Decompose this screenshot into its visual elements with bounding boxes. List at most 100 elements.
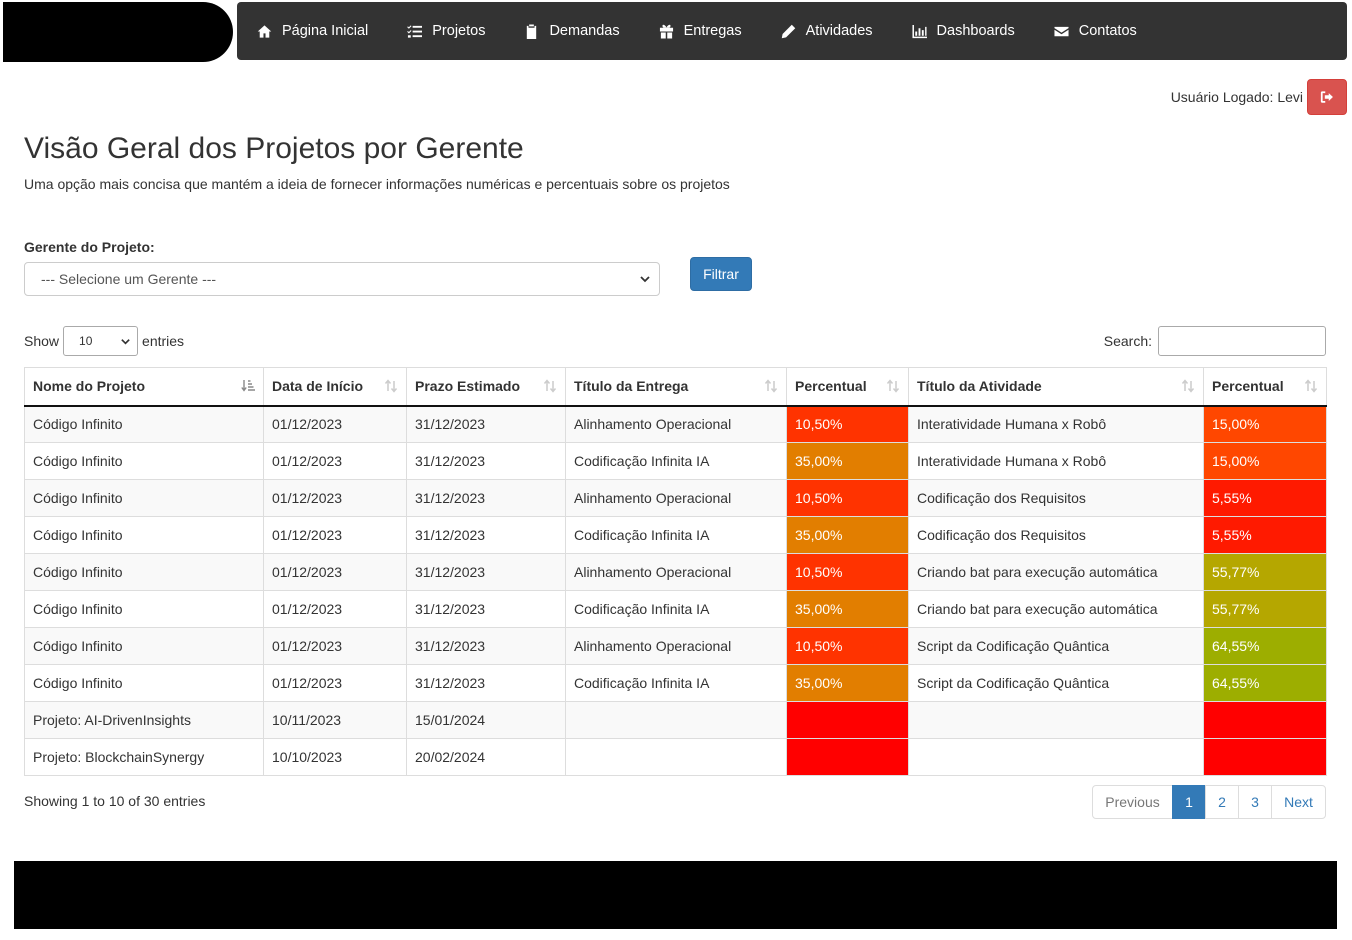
- clipboard-icon: [527, 23, 537, 39]
- page-title: Visão Geral dos Projetos por Gerente: [24, 132, 524, 165]
- cell-percentual-atividade: [1203, 738, 1327, 776]
- cell-nome-projeto: Código Infinito: [24, 627, 264, 665]
- column-header-titulo-atividade[interactable]: Título da Atividade: [908, 367, 1204, 407]
- search-input[interactable]: [1158, 326, 1326, 356]
- table-header-row: Nome do Projeto Data de Início Prazo Est…: [24, 367, 1327, 407]
- column-header-titulo-entrega[interactable]: Título da Entrega: [565, 367, 787, 407]
- column-label: Percentual: [795, 378, 867, 395]
- cell-titulo-atividade: Codificação dos Requisitos: [908, 479, 1204, 517]
- cell-percentual-atividade: [1203, 701, 1327, 739]
- cell-nome-projeto: Código Infinito: [24, 405, 264, 443]
- sort-icon: [543, 379, 557, 393]
- nav-dashboards[interactable]: Dashboards: [912, 23, 1015, 39]
- column-header-percentual-atividade[interactable]: Percentual: [1203, 367, 1327, 407]
- tasks-icon: [407, 24, 423, 38]
- cell-prazo-estimado: 20/02/2024: [406, 738, 566, 776]
- cell-titulo-entrega: [565, 701, 787, 739]
- cell-percentual-entrega: [786, 701, 909, 739]
- show-label: Show: [24, 333, 60, 349]
- cell-titulo-atividade: [908, 701, 1204, 739]
- cell-prazo-estimado: 31/12/2023: [406, 405, 566, 443]
- cell-nome-projeto: Código Infinito: [24, 516, 264, 554]
- cell-titulo-entrega: Alinhamento Operacional: [565, 553, 787, 591]
- filtrar-button[interactable]: Filtrar: [690, 257, 752, 291]
- sort-icon: [384, 379, 398, 393]
- cell-data-inicio: 01/12/2023: [263, 516, 407, 554]
- cell-nome-projeto: Projeto: AI-DrivenInsights: [24, 701, 264, 739]
- logout-button[interactable]: [1307, 79, 1347, 115]
- cell-percentual-entrega: [786, 738, 909, 776]
- entries-length-select[interactable]: 10: [63, 326, 139, 356]
- cell-data-inicio: 01/12/2023: [263, 405, 407, 443]
- column-label: Nome do Projeto: [33, 378, 146, 395]
- cell-prazo-estimado: 31/12/2023: [406, 664, 566, 702]
- pagination-next[interactable]: Next: [1271, 785, 1326, 819]
- cell-nome-projeto: Código Infinito: [24, 442, 264, 480]
- cell-titulo-entrega: Codificação Infinita IA: [565, 516, 787, 554]
- column-label: Título da Entrega: [574, 378, 689, 395]
- pencil-icon: [781, 24, 795, 38]
- cell-prazo-estimado: 31/12/2023: [406, 553, 566, 591]
- cell-titulo-atividade: Codificação dos Requisitos: [908, 516, 1204, 554]
- nav-label: Página Inicial: [282, 23, 369, 39]
- column-header-nome-projeto[interactable]: Nome do Projeto: [24, 367, 264, 407]
- table-row: Código Infinito 01/12/2023 31/12/2023 Codif…: [24, 590, 1327, 628]
- cell-percentual-entrega: 35,00%: [786, 590, 909, 628]
- cell-titulo-atividade: Interatividade Humana x Robô: [908, 442, 1204, 480]
- nav-atividades[interactable]: Atividades: [781, 23, 873, 39]
- cell-nome-projeto: Projeto: BlockchainSynergy: [24, 738, 264, 776]
- column-header-percentual-entrega[interactable]: Percentual: [786, 367, 909, 407]
- column-label: Percentual: [1212, 378, 1284, 395]
- cell-percentual-entrega: 10,50%: [786, 479, 909, 517]
- cell-percentual-atividade: 15,00%: [1203, 442, 1327, 480]
- nav-projetos[interactable]: Projetos: [407, 23, 485, 39]
- logo-redacted: [3, 2, 233, 62]
- nav-contatos[interactable]: Contatos: [1054, 23, 1137, 39]
- cell-titulo-entrega: Codificação Infinita IA: [565, 664, 787, 702]
- pagination-page-2[interactable]: 2: [1205, 785, 1239, 819]
- entries-length-value: 10: [79, 334, 93, 348]
- chevron-down-icon: [121, 339, 130, 345]
- pagination-previous[interactable]: Previous: [1092, 785, 1173, 819]
- table-row: Código Infinito 01/12/2023 31/12/2023 Codif…: [24, 516, 1327, 554]
- cell-data-inicio: 01/12/2023: [263, 479, 407, 517]
- cell-prazo-estimado: 31/12/2023: [406, 479, 566, 517]
- nav-label: Atividades: [805, 23, 873, 39]
- cell-percentual-entrega: 10,50%: [786, 405, 909, 443]
- nav-entregas[interactable]: Entregas: [659, 23, 742, 39]
- table-row: Projeto: AI-DrivenInsights 10/11/2023 15/0…: [24, 701, 1327, 739]
- cell-titulo-entrega: Codificação Infinita IA: [565, 590, 787, 628]
- cell-titulo-atividade: Criando bat para execução automática: [908, 590, 1204, 628]
- cell-percentual-entrega: 35,00%: [786, 516, 909, 554]
- search-label: Search:: [1103, 333, 1152, 349]
- bar-chart-icon: [912, 24, 927, 38]
- cell-titulo-atividade: Script da Codificação Quântica: [908, 664, 1204, 702]
- cell-prazo-estimado: 31/12/2023: [406, 590, 566, 628]
- column-header-data-inicio[interactable]: Data de Início: [263, 367, 407, 407]
- cell-data-inicio: 10/10/2023: [263, 738, 407, 776]
- nav-pagina-inicial[interactable]: Página Inicial: [257, 23, 368, 39]
- nav-label: Demandas: [549, 23, 620, 39]
- cell-titulo-entrega: Codificação Infinita IA: [565, 442, 787, 480]
- cell-data-inicio: 01/12/2023: [263, 664, 407, 702]
- user-area: Usuário Logado: Levi: [1171, 79, 1347, 115]
- nav-demandas[interactable]: Demandas: [524, 23, 620, 39]
- cell-percentual-atividade: 64,55%: [1203, 627, 1327, 665]
- cell-titulo-atividade: Script da Codificação Quântica: [908, 627, 1204, 665]
- home-icon: [257, 24, 272, 38]
- nav-label: Projetos: [432, 23, 486, 39]
- pagination-page-3[interactable]: 3: [1238, 785, 1272, 819]
- gerente-select[interactable]: --- Selecione um Gerente ---: [24, 262, 660, 296]
- main-navbar: Página Inicial Projetos Demandas Entrega…: [237, 2, 1347, 60]
- gerente-filter-label: Gerente do Projeto:: [24, 239, 155, 255]
- cell-nome-projeto: Código Infinito: [24, 664, 264, 702]
- column-header-prazo-estimado[interactable]: Prazo Estimado: [406, 367, 566, 407]
- cell-percentual-entrega: 35,00%: [786, 442, 909, 480]
- pagination-page-1[interactable]: 1: [1172, 785, 1206, 819]
- gerente-select-value: --- Selecione um Gerente ---: [41, 271, 217, 287]
- logged-user-label: Usuário Logado: Levi: [1170, 89, 1303, 105]
- cell-percentual-entrega: 10,50%: [786, 627, 909, 665]
- cell-data-inicio: 01/12/2023: [263, 627, 407, 665]
- cell-titulo-entrega: Alinhamento Operacional: [565, 479, 787, 517]
- cell-titulo-entrega: [565, 738, 787, 776]
